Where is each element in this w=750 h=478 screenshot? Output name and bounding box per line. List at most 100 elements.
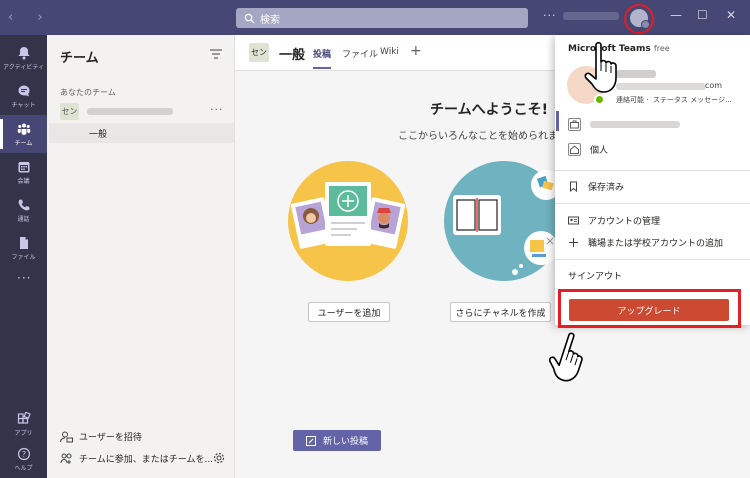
sign-out-label: サインアウト [568,271,623,282]
help-icon: ? [17,447,30,460]
rail-help[interactable]: ? ヘルプ [0,440,47,478]
app-rail: アクティビティ チャット チーム 会議 通話 ファイル ··· アプリ ? ヘル… [0,35,47,478]
add-user-icon [60,431,73,442]
manage-account-item[interactable]: アカウントの管理 [555,209,750,231]
minimize-icon[interactable]: — [670,8,682,22]
title-bar: ‹ › 検索 ··· — ☐ ✕ [0,0,750,35]
home-icon [568,142,581,156]
email-domain: com [705,81,723,90]
file-icon [19,236,28,249]
add-user-button[interactable]: ユーザーを追加 [308,302,390,322]
user-email-blurred [616,83,706,90]
search-placeholder: 検索 [260,14,280,26]
back-forward-arrows[interactable]: ‹ › [8,10,53,25]
tab-files[interactable]: ファイル [342,47,378,60]
team-name-blurred [87,108,173,115]
work-account-item[interactable] [555,113,750,135]
create-channel-button[interactable]: さらにチャネルを作成 [450,302,551,322]
rail-apps[interactable]: アプリ [0,405,47,443]
rail-teams[interactable]: チーム [0,115,47,153]
profile-avatar[interactable] [630,9,650,29]
plan-label: free [653,44,670,53]
add-tab-button[interactable]: + [410,43,422,59]
rail-files[interactable]: ファイル [0,229,47,267]
status-message-label: ステータス メッセージ... [652,96,732,104]
welcome-subtitle: ここからいろんなことを始められます [398,131,568,142]
briefcase-icon [568,117,581,131]
teams-icon [17,123,30,135]
rail-calls[interactable]: 通話 [0,191,47,229]
more-apps-icon[interactable]: ··· [17,271,31,285]
panel-title: チーム [60,51,99,66]
work-account-name-blurred [590,120,680,128]
rail-files-label: ファイル [11,253,36,261]
apps-icon [17,411,31,424]
rail-chat[interactable]: チャット [0,77,47,115]
plus-icon [569,237,578,247]
search-icon [244,13,255,24]
rail-meetings-label: 会議 [17,177,30,185]
new-post-button[interactable]: 新しい投稿 [293,430,381,451]
tab-posts[interactable]: 投稿 [313,47,332,69]
your-teams-label: あなたのチーム [60,88,116,97]
join-team-link[interactable]: チームに参加、またはチームを... [60,452,213,465]
teams-panel: チーム あなたのチーム セン ··· 一般 ユーザーを招待 チームに参加、または… [47,35,235,478]
team-badge: セン [60,103,79,120]
personal-label: 個人 [590,145,609,156]
status-label: 連絡可能 [616,96,644,104]
org-name-blurred [563,12,619,20]
chat-icon [18,85,30,96]
id-card-icon [568,216,579,224]
sign-out-item[interactable]: サインアウト [555,264,750,286]
more-options-icon[interactable]: ··· [543,9,557,22]
rail-activity[interactable]: アクティビティ [0,39,47,77]
divider [555,170,750,171]
channel-title: 一般 [279,48,306,63]
user-name-blurred [616,70,656,78]
maximize-icon[interactable]: ☐ [697,8,708,22]
status-line[interactable]: 連絡可能 · ステータス メッセージ... [616,95,732,105]
channel-badge: セン [249,43,269,62]
close-icon[interactable]: ✕ [726,8,736,22]
channel-item-general[interactable]: 一般 [49,123,234,143]
search-box[interactable]: 検索 [236,8,528,28]
svg-text:?: ? [21,450,25,459]
rail-meetings[interactable]: 会議 [0,153,47,191]
rail-chat-label: チャット [11,101,36,109]
pointing-hand-icon [584,41,617,93]
divider [555,203,750,204]
invite-users-label: ユーザーを招待 [79,433,142,443]
invite-users-link[interactable]: ユーザーを招待 [60,430,142,443]
bookmark-icon [570,181,577,192]
channels-illustration [444,161,564,281]
add-account-label: 職場または学校アカウントの追加 [588,238,724,249]
channel-label: 一般 [89,130,108,140]
saved-item[interactable]: 保存済み [555,175,750,197]
tab-wiki[interactable]: Wiki [380,47,399,57]
team-item[interactable]: セン ··· [60,101,230,123]
filter-icon[interactable] [210,49,222,59]
pointing-hand-icon [548,332,583,382]
saved-label: 保存済み [588,182,625,193]
join-team-icon [60,453,72,464]
new-post-label: 新しい投稿 [322,437,368,447]
rail-teams-label: チーム [14,139,33,147]
manage-account-label: アカウントの管理 [588,216,661,227]
personal-account-item[interactable]: 個人 [555,138,750,160]
add-work-account-item[interactable]: 職場または学校アカウントの追加 [555,231,750,253]
upgrade-button[interactable]: アップグレード [569,299,729,321]
gear-icon[interactable] [213,452,225,464]
rail-calls-label: 通話 [17,215,30,223]
join-team-label: チームに参加、またはチームを... [79,455,214,465]
phone-icon [18,199,29,210]
bell-icon [18,46,29,59]
rail-help-label: ヘルプ [14,464,33,472]
compose-icon [305,435,316,446]
rail-apps-label: アプリ [14,429,33,437]
add-users-illustration [288,161,408,281]
rail-activity-label: アクティビティ [3,63,44,71]
team-more-icon[interactable]: ··· [210,103,224,116]
divider [555,259,750,260]
calendar-icon [18,161,29,172]
welcome-title: チームへようこそ! [430,102,548,118]
